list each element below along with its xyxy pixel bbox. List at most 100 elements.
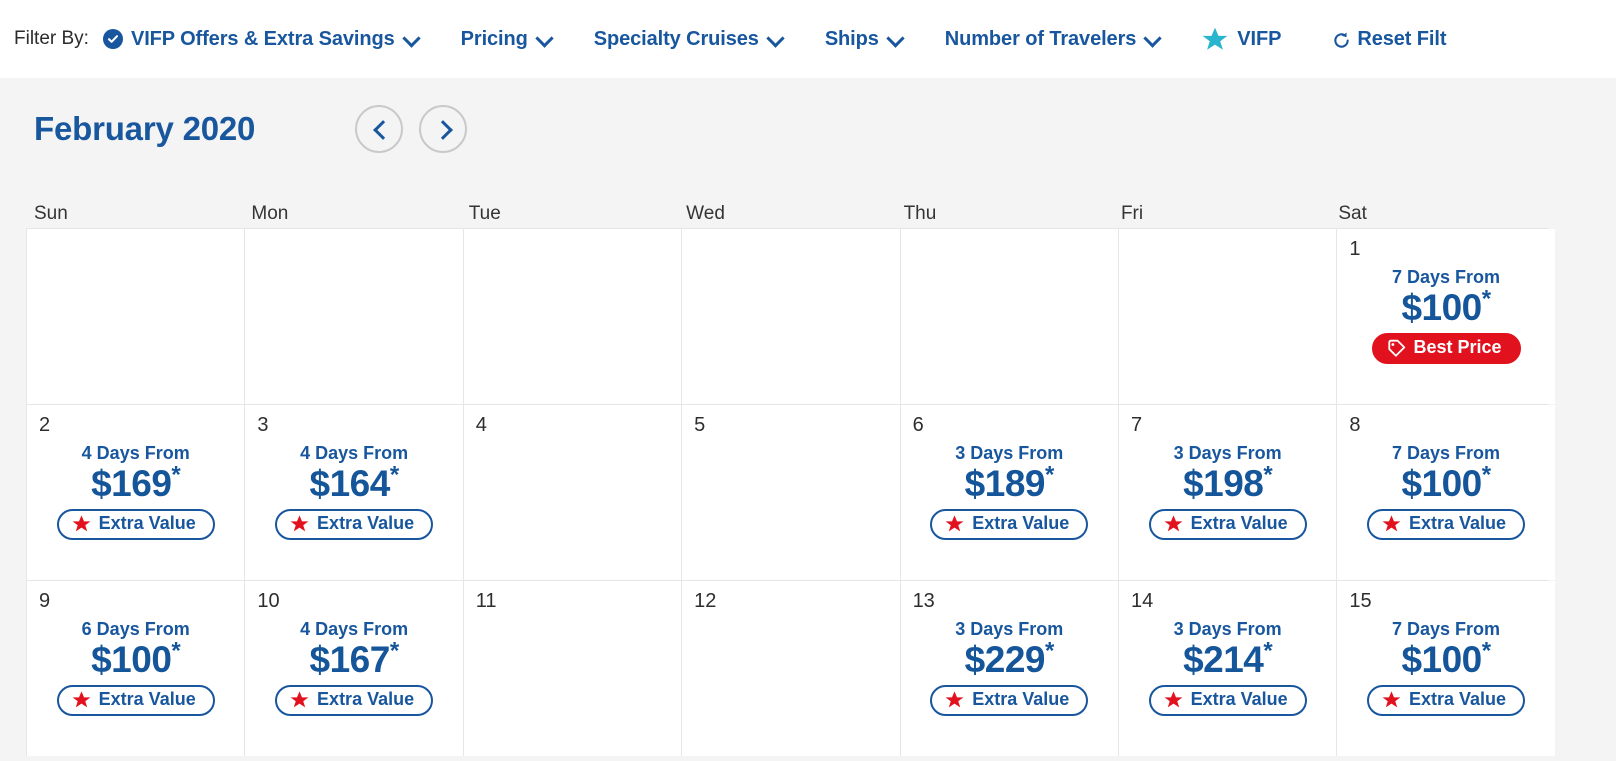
star-icon	[290, 691, 309, 709]
badge-row: Extra Value	[901, 684, 1118, 716]
day-number: 15	[1349, 590, 1372, 612]
offer-duration: 3 Days From	[955, 619, 1064, 639]
badge-row: Extra Value	[901, 508, 1118, 540]
calendar-empty-cell	[245, 229, 463, 404]
filter-item-label: Ships	[824, 27, 879, 50]
day-header-wed: Wed	[686, 203, 725, 224]
filter-by-label: Filter By:	[14, 28, 89, 49]
chevron-down-icon[interactable]	[404, 31, 419, 46]
star-icon	[945, 691, 964, 709]
badge-row: Extra Value	[27, 684, 244, 716]
offer-price: $100*	[1337, 639, 1554, 680]
extra-value-badge[interactable]: Extra Value	[275, 508, 434, 540]
filter-item-label: Reset Filt	[1357, 27, 1447, 50]
extra-value-badge[interactable]: Extra Value	[1148, 684, 1307, 716]
offer-price-asterisk: *	[1263, 637, 1273, 665]
calendar-grid: 17 Days From $100* Best Price 2 4 Days From $…	[26, 228, 1555, 756]
calendar-day-cell: 4	[463, 405, 682, 580]
badge-label: Extra Value	[1190, 688, 1288, 709]
day-number: 7	[1130, 414, 1143, 436]
offer-price-asterisk: *	[389, 637, 399, 665]
reset-icon	[1332, 31, 1351, 50]
extra-value-badge[interactable]: Extra Value	[1367, 684, 1526, 716]
filter-item-vifp[interactable]: VIFP	[1202, 27, 1290, 52]
filter-item-reset-filters[interactable]: Reset Filt	[1332, 28, 1455, 51]
chevron-down-icon[interactable]	[537, 31, 552, 46]
calendar-day-cell[interactable]: 1 7 Days From $100* Best Price	[1337, 229, 1555, 404]
calendar-day-cell[interactable]: 3 4 Days From $164* Extra Value	[245, 405, 463, 580]
day-number: 2	[39, 414, 51, 436]
filter-item-label: Number of Travelers	[944, 27, 1137, 50]
filter-item-specialty-cruises[interactable]: Specialty Cruises	[594, 28, 783, 51]
calendar-day-cell: 5	[682, 405, 900, 580]
chevron-right-icon	[436, 122, 450, 136]
day-header-tue: Tue	[468, 203, 501, 224]
offer-price-value: $164	[309, 463, 391, 504]
offer-price: $229*	[901, 639, 1118, 680]
extra-value-badge[interactable]: Extra Value	[1367, 508, 1526, 540]
offer-price-value: $229	[964, 639, 1046, 680]
offer-duration: 7 Days From	[1392, 619, 1501, 639]
offer-duration: 7 Days From	[1392, 267, 1501, 287]
extra-value-badge[interactable]: Extra Value	[930, 508, 1089, 540]
extra-value-badge[interactable]: Extra Value	[56, 684, 215, 716]
extra-value-badge[interactable]: Extra Value	[56, 508, 215, 540]
calendar-day-cell[interactable]: 13 3 Days From $229* Extra Value	[900, 581, 1118, 756]
calendar-empty-cell	[682, 229, 900, 404]
offer-duration: 6 Days From	[81, 619, 190, 639]
calendar-day-cell[interactable]: 8 7 Days From $100* Extra Value	[1337, 405, 1555, 580]
calendar-day-cell[interactable]: 9 6 Days From $100* Extra Value	[27, 581, 245, 756]
check-circle-icon	[102, 29, 123, 49]
calendar-day-cell[interactable]: 10 4 Days From $167* Extra Value	[245, 581, 463, 756]
offer-price-value: $167	[309, 639, 391, 680]
day-header-mon: Mon	[251, 203, 289, 224]
offer-block: 3 Days From $229* Extra Value	[901, 619, 1118, 716]
filter-item-vifp-offers[interactable]: VIFP Offers & Extra Savings	[102, 28, 419, 51]
extra-value-badge[interactable]: Extra Value	[1148, 508, 1307, 540]
offer-block: 4 Days From $164* Extra Value	[245, 443, 462, 540]
offer-price-value: $100	[1401, 639, 1482, 680]
offer-duration: 3 Days From	[1173, 443, 1282, 463]
badge-label: Extra Value	[98, 688, 196, 709]
chevron-down-icon[interactable]	[768, 31, 783, 46]
offer-block: 3 Days From $189* Extra Value	[901, 443, 1118, 540]
filter-bar: Filter By: VIFP Offers & Extra Savings Pr…	[0, 0, 1616, 78]
offer-duration: 4 Days From	[300, 619, 409, 639]
star-icon	[1164, 691, 1183, 709]
prev-month-button[interactable]	[355, 105, 404, 153]
badge-label: Extra Value	[317, 688, 415, 709]
chevron-down-icon[interactable]	[888, 31, 903, 46]
star-icon	[1382, 691, 1401, 709]
star-icon	[1164, 515, 1183, 533]
extra-value-badge[interactable]: Extra Value	[275, 684, 434, 716]
calendar-day-cell[interactable]: 7 3 Days From $198* Extra Value	[1118, 405, 1337, 580]
badge-row: Extra Value	[1337, 684, 1554, 716]
badge-row: Extra Value	[245, 684, 462, 716]
badge-label: Extra Value	[1409, 688, 1507, 709]
chevron-down-icon[interactable]	[1145, 31, 1160, 46]
next-month-button[interactable]	[419, 105, 468, 153]
calendar-empty-cell	[27, 229, 245, 404]
offer-price: $169*	[27, 463, 244, 504]
extra-value-badge[interactable]: Extra Value	[930, 684, 1089, 716]
filter-item-ships[interactable]: Ships	[825, 28, 903, 51]
filter-item-number-of-travelers[interactable]: Number of Travelers	[945, 28, 1161, 51]
best-price-badge[interactable]: Best Price	[1371, 332, 1521, 364]
offer-price: $100*	[1337, 287, 1554, 327]
offer-block: 4 Days From $167* Extra Value	[245, 619, 462, 716]
offer-price-value: $169	[91, 463, 172, 504]
offer-price-value: $189	[964, 463, 1046, 504]
filter-item-pricing[interactable]: Pricing	[461, 28, 552, 51]
calendar-day-cell[interactable]: 6 3 Days From $189* Extra Value	[900, 405, 1118, 580]
star-icon	[1382, 515, 1401, 533]
month-nav	[355, 105, 468, 153]
offer-block: 3 Days From $198* Extra Value	[1119, 443, 1336, 540]
offer-price: $100*	[1337, 463, 1554, 503]
badge-row: Extra Value	[1119, 684, 1336, 716]
calendar-day-cell[interactable]: 15 7 Days From $100* Extra Value	[1337, 581, 1555, 756]
calendar-day-cell[interactable]: 14 3 Days From $214* Extra Value	[1118, 581, 1337, 756]
offer-price-asterisk: *	[171, 637, 181, 665]
calendar-day-cell[interactable]: 2 4 Days From $169* Extra Value	[27, 405, 245, 580]
offer-price: $189*	[901, 463, 1118, 504]
calendar-container: February 2020 Sun Mon Tue Wed Thu Fri Sat 1 7 D…	[0, 78, 1616, 761]
